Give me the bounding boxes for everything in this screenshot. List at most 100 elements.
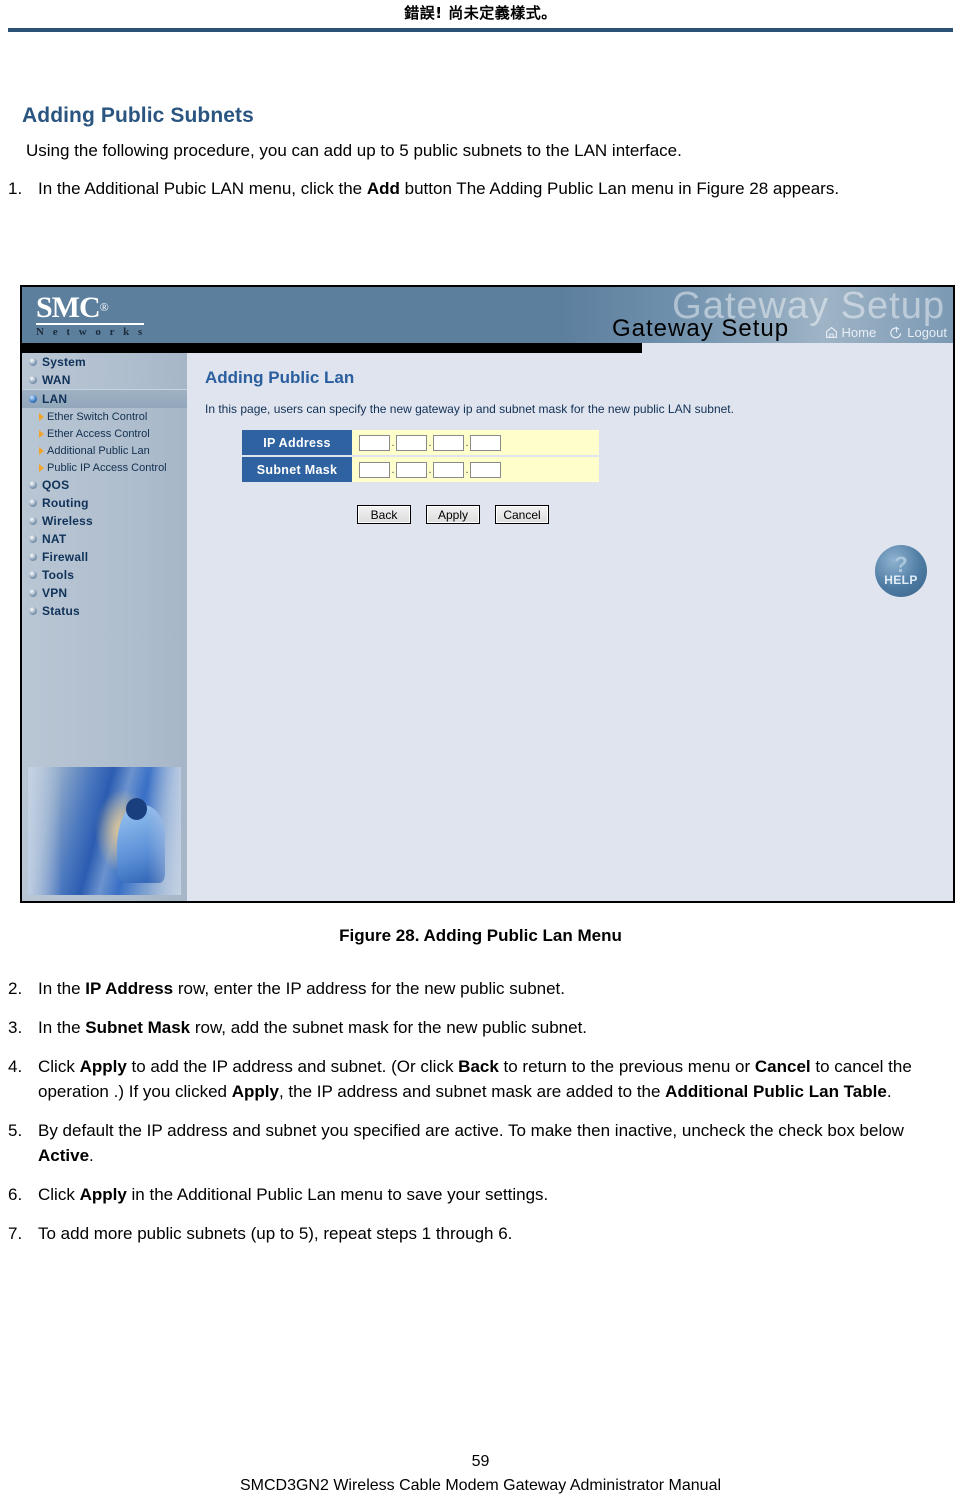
sidebar-subitem-ether-switch-control[interactable]: Ether Switch Control <box>22 408 187 425</box>
label-ip-address: IP Address <box>242 430 352 455</box>
cancel-button[interactable]: Cancel <box>495 505 549 524</box>
bullet-icon <box>29 535 37 543</box>
form-row-subnet-mask: Subnet Mask . . . <box>242 457 599 482</box>
bullet-icon <box>29 481 37 489</box>
sidebar-item-status[interactable]: Status <box>22 602 187 620</box>
help-button-label: HELP <box>884 572 918 587</box>
sidebar-item-wireless[interactable]: Wireless <box>22 512 187 530</box>
sidebar-item-qos[interactable]: QOS <box>22 476 187 494</box>
sidebar-item-label: System <box>42 355 86 369</box>
list-item: 4. Click Apply to add the IP address and … <box>0 1054 961 1104</box>
sidebar-item-label: NAT <box>42 532 67 546</box>
sidebar-decorative-photo <box>28 767 181 895</box>
list-item-number: 7. <box>8 1224 23 1243</box>
back-button[interactable]: Back <box>357 505 411 524</box>
sidebar-item-vpn[interactable]: VPN <box>22 584 187 602</box>
sidebar-item-label: Firewall <box>42 550 89 564</box>
nav-home[interactable]: Home <box>825 325 877 340</box>
mask-octet-3[interactable] <box>433 461 464 478</box>
sidebar-item-lan[interactable]: LAN <box>22 389 187 408</box>
help-button[interactable]: ? HELP <box>875 545 927 597</box>
sidebar-item-label: Routing <box>42 496 89 510</box>
list-item-number: 3. <box>8 1018 23 1037</box>
sidebar-subitem-label: Public IP Access Control <box>47 461 167 474</box>
footer-manual-title: SMCD3GN2 Wireless Cable Modem Gateway Ad… <box>239 1477 722 1494</box>
sidebar-item-wan[interactable]: WAN <box>22 371 187 389</box>
sidebar-item-nat[interactable]: NAT <box>22 530 187 548</box>
bullet-icon <box>29 607 37 615</box>
apply-button[interactable]: Apply <box>426 505 480 524</box>
smc-logo: SMC® N e t w o r k s <box>36 293 156 338</box>
ip-octet-1[interactable] <box>359 434 390 451</box>
list-item-number: 2. <box>8 979 23 998</box>
panel-description: In this page, users can specify the new … <box>205 402 734 416</box>
running-header-text: 錯誤! 尚未定義樣式。 <box>404 4 557 22</box>
nav-logout-label: Logout <box>907 325 947 340</box>
bullet-icon <box>29 517 37 525</box>
sidebar-item-label: Wireless <box>42 514 93 528</box>
sidebar-item-label: QOS <box>42 478 70 492</box>
list-item-text: Click Apply to add the IP address and su… <box>38 1057 912 1101</box>
list-item-text: Click Apply in the Additional Public Lan… <box>38 1185 549 1204</box>
photo-person-head <box>125 797 147 820</box>
list-item-number: 6. <box>8 1185 23 1204</box>
registered-trademark-icon: ® <box>99 300 109 314</box>
list-item: 6. Click Apply in the Additional Public L… <box>0 1182 961 1207</box>
list-item-number: 1. <box>8 179 23 198</box>
chevron-right-icon <box>39 463 44 472</box>
sidebar-subitem-label: Ether Switch Control <box>47 410 148 423</box>
sidebar-subitem-additional-public-lan[interactable]: Additional Public Lan <box>22 442 187 459</box>
list-item-text: By default the IP address and subnet you… <box>38 1121 904 1165</box>
document-body: Adding Public Subnets Using the followin… <box>0 38 961 201</box>
sidebar-item-label: Tools <box>42 568 75 582</box>
list-item: 3. In the Subnet Mask row, add the subnet… <box>0 1015 961 1040</box>
list-item: 1. In the Additional Pubic LAN menu, clic… <box>0 176 961 201</box>
steps-list-after-figure: 2. In the IP Address row, enter the IP ad… <box>0 976 961 1246</box>
list-item-text: To add more public subnets (up to 5), re… <box>38 1224 513 1243</box>
sidebar-subitem-ether-access-control[interactable]: Ether Access Control <box>22 425 187 442</box>
nav-logout[interactable]: Logout <box>890 325 947 340</box>
list-item: 2. In the IP Address row, enter the IP ad… <box>0 976 961 1001</box>
ip-octet-4[interactable] <box>470 434 501 451</box>
list-item-number: 5. <box>8 1121 23 1140</box>
chevron-right-icon <box>39 412 44 421</box>
mask-octet-4[interactable] <box>470 461 501 478</box>
nav-home-label: Home <box>841 325 877 340</box>
ip-octet-3[interactable] <box>433 434 464 451</box>
photo-person-body <box>116 805 165 884</box>
figure-screenshot-adding-public-lan: Gateway Setup SMC® N e t w o r k s Gatew… <box>20 285 955 903</box>
sidebar-item-system[interactable]: System <box>22 353 187 371</box>
sidebar-item-label: WAN <box>42 373 71 387</box>
header-divider <box>8 28 953 32</box>
bullet-icon <box>29 553 37 561</box>
page-footer: 59 SMCD3GN2 Wireless Cable Modem Gateway… <box>0 1453 961 1495</box>
sidebar-item-label: Status <box>42 604 80 618</box>
running-header: 錯誤! 尚未定義樣式。 <box>0 0 961 38</box>
list-item-text: In the IP Address row, enter the IP addr… <box>38 979 566 998</box>
form-row-ip-address: IP Address . . . <box>242 430 599 455</box>
list-item: 7. To add more public subnets (up to 5), … <box>0 1221 961 1246</box>
bullet-icon <box>29 376 37 384</box>
mask-octet-2[interactable] <box>396 461 427 478</box>
mask-octet-1[interactable] <box>359 461 390 478</box>
question-mark-icon: ? <box>894 551 908 577</box>
page-title: Adding Public Subnets <box>22 104 254 127</box>
sidebar-item-routing[interactable]: Routing <box>22 494 187 512</box>
document-body-after-figure: 2. In the IP Address row, enter the IP ad… <box>0 962 961 1246</box>
bullet-icon <box>29 571 37 579</box>
sidebar-item-firewall[interactable]: Firewall <box>22 548 187 566</box>
ip-octet-2[interactable] <box>396 434 427 451</box>
smc-tagline: N e t w o r k s <box>36 326 146 339</box>
sidebar-subitem-public-ip-access-control[interactable]: Public IP Access Control <box>22 459 187 476</box>
bullet-icon <box>29 589 37 597</box>
router-ui-header: Gateway Setup SMC® N e t w o r k s <box>22 287 953 343</box>
form-button-row: Back Apply Cancel <box>357 505 549 524</box>
chevron-right-icon <box>39 446 44 455</box>
sidebar-subitem-label: Ether Access Control <box>47 427 150 440</box>
logout-icon <box>890 326 903 339</box>
subnet-mask-octets: . . . <box>352 457 599 482</box>
sidebar-item-tools[interactable]: Tools <box>22 566 187 584</box>
gateway-setup-title: Gateway Setup <box>612 315 790 342</box>
home-icon <box>825 326 838 339</box>
ip-address-octets: . . . <box>352 430 599 455</box>
